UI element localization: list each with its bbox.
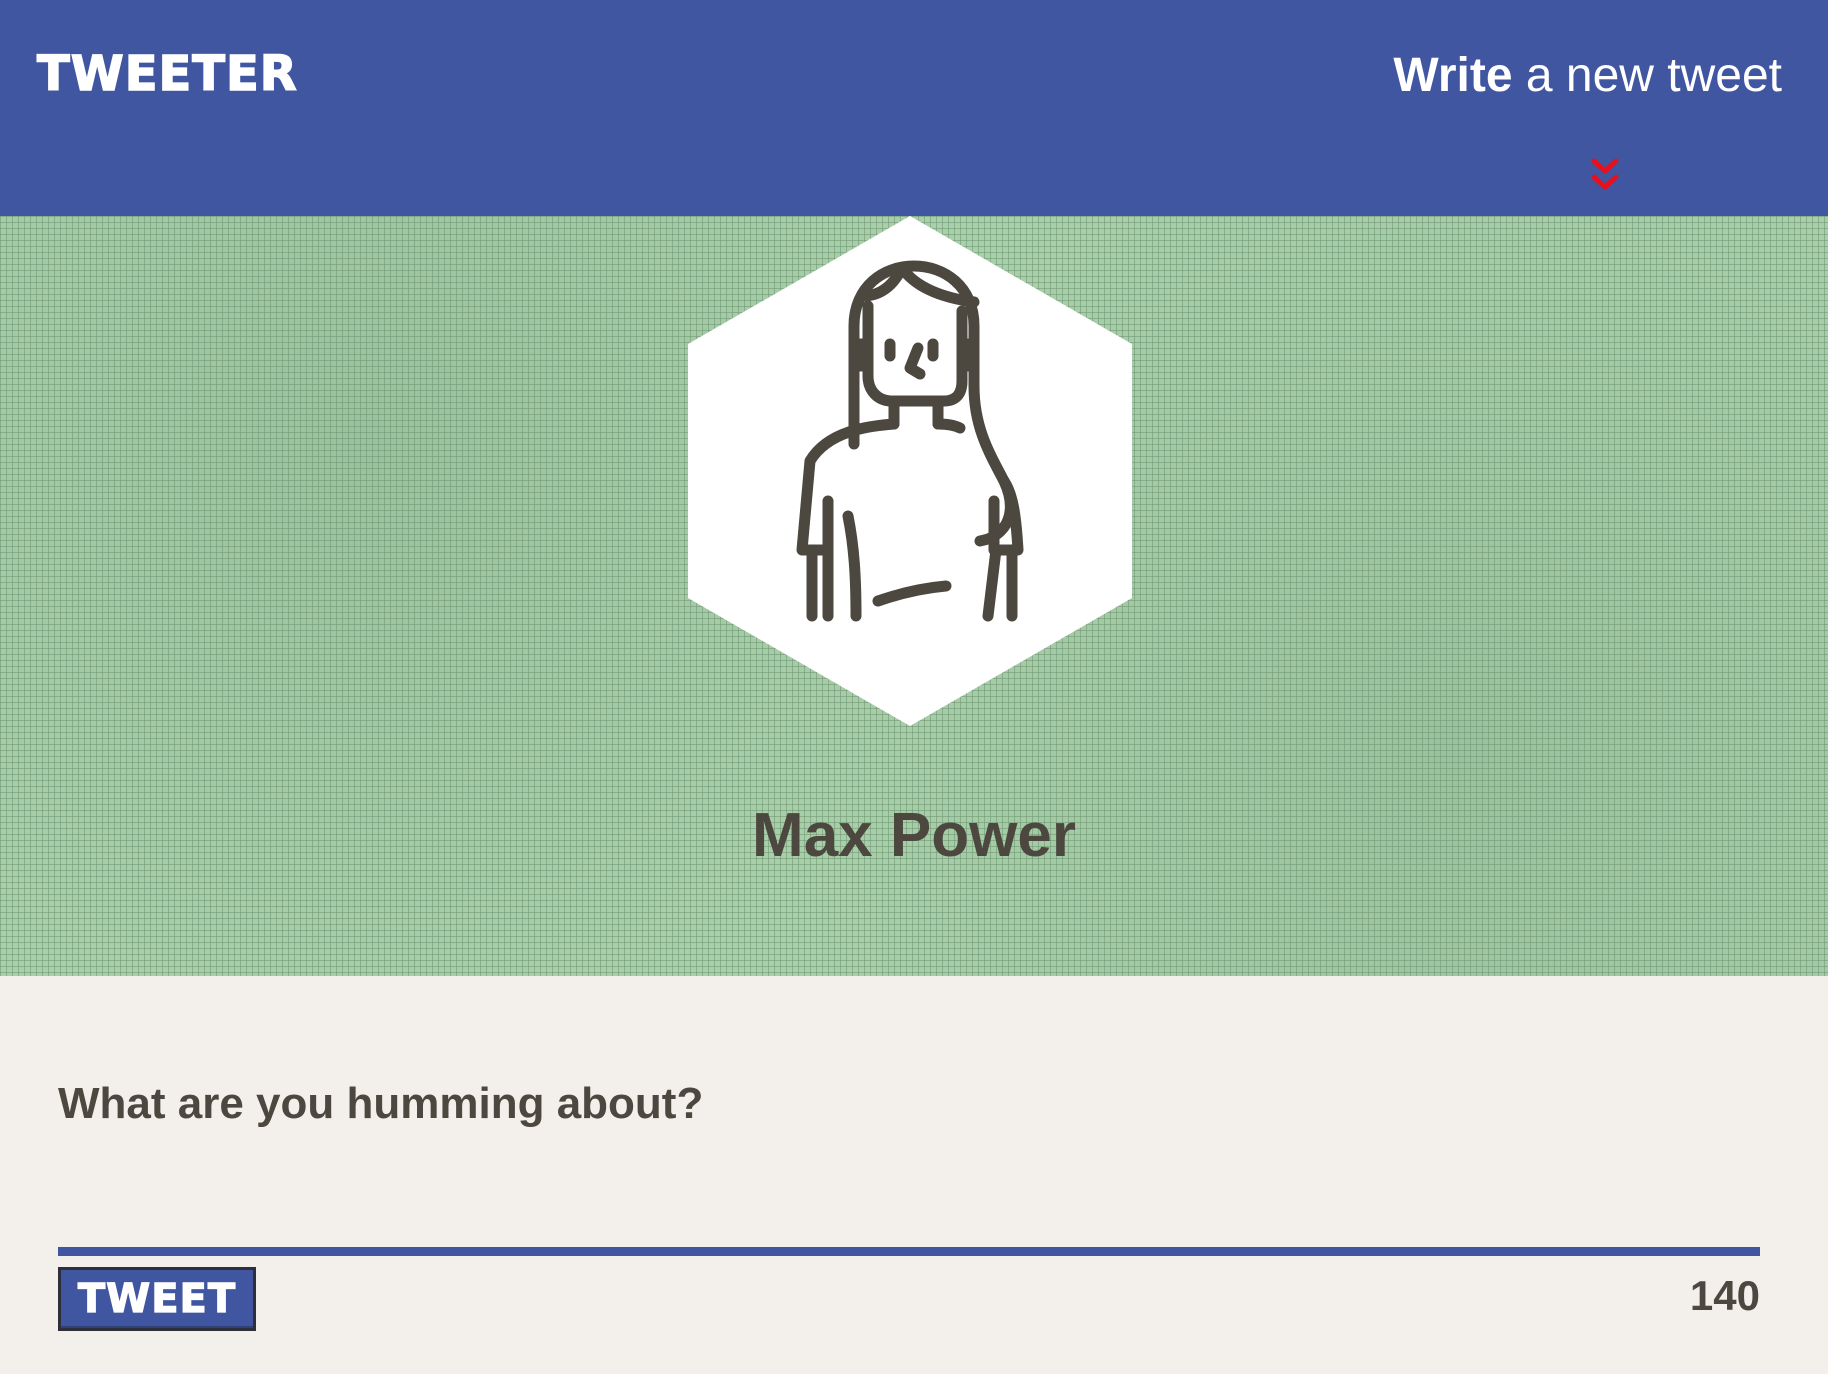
write-link-rest: a new tweet	[1512, 49, 1782, 102]
compose-divider	[58, 1247, 1760, 1256]
double-chevron-down-icon[interactable]	[1590, 155, 1620, 197]
write-new-tweet-link[interactable]: Write a new tweet	[1393, 44, 1782, 108]
navbar: TWEETER Write a new tweet	[0, 0, 1828, 216]
user-name: Max Power	[752, 801, 1076, 870]
tweet-input[interactable]	[58, 1070, 1760, 1250]
profile-banner: Max Power	[0, 216, 1828, 976]
tweet-button[interactable]: TWEET	[58, 1267, 256, 1331]
write-link-strong: Write	[1393, 49, 1513, 102]
brand-logo[interactable]: TWEETER	[36, 44, 298, 104]
woman-avatar-icon	[688, 216, 1132, 726]
character-counter: 140	[1689, 1272, 1760, 1319]
